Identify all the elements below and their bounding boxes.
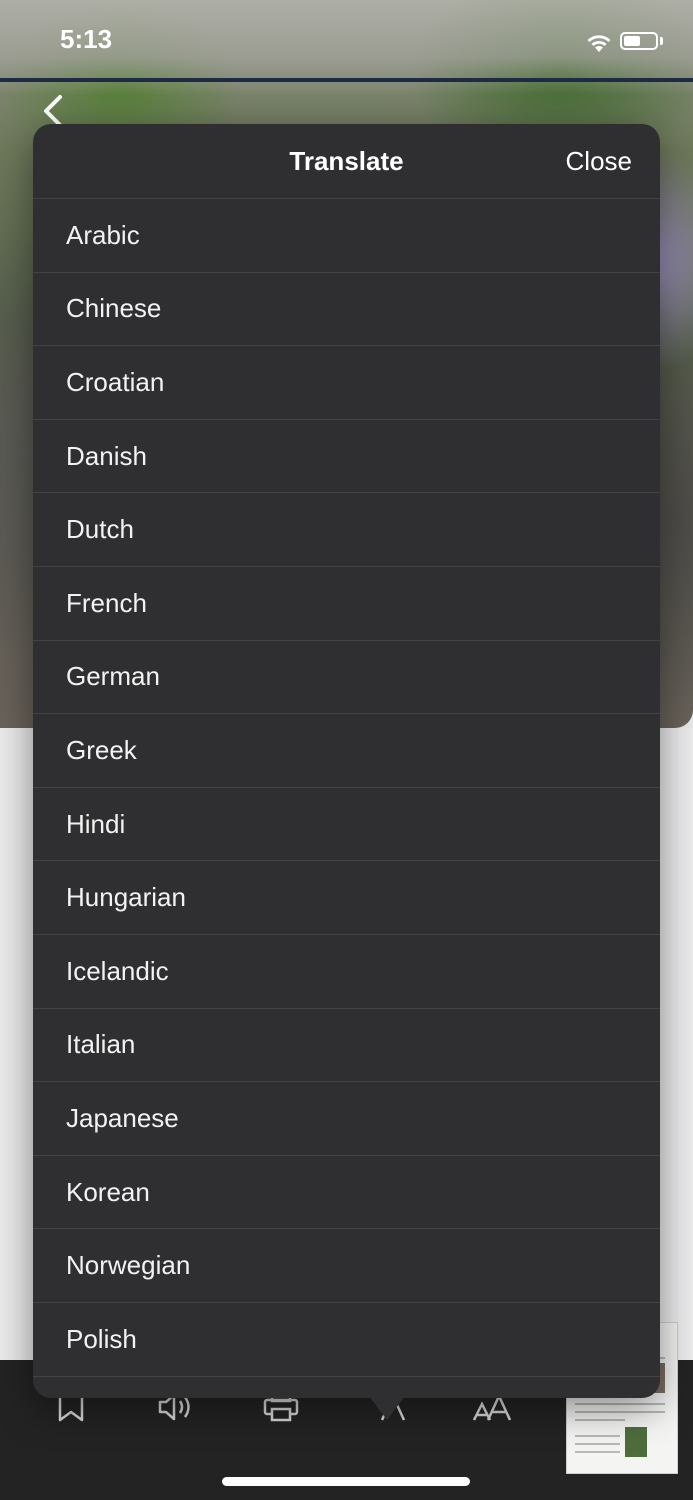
language-item-chinese[interactable]: Chinese <box>33 273 660 347</box>
popover-arrow <box>369 1396 405 1420</box>
status-bar: 5:13 <box>0 0 693 80</box>
language-item-greek[interactable]: Greek <box>33 714 660 788</box>
battery-cap <box>660 37 663 45</box>
battery-icon <box>620 32 658 50</box>
language-item-danish[interactable]: Danish <box>33 420 660 494</box>
language-item-japanese[interactable]: Japanese <box>33 1082 660 1156</box>
language-list: Arabic Chinese Croatian Danish Dutch Fre… <box>33 199 660 1377</box>
language-item-korean[interactable]: Korean <box>33 1156 660 1230</box>
language-item-icelandic[interactable]: Icelandic <box>33 935 660 1009</box>
popover-header: Translate Close <box>33 124 660 199</box>
home-indicator <box>222 1477 470 1486</box>
language-item-polish[interactable]: Polish <box>33 1303 660 1377</box>
language-item-italian[interactable]: Italian <box>33 1009 660 1083</box>
language-item-german[interactable]: German <box>33 641 660 715</box>
back-chevron-icon[interactable] <box>40 94 66 128</box>
language-item-norwegian[interactable]: Norwegian <box>33 1229 660 1303</box>
language-item-croatian[interactable]: Croatian <box>33 346 660 420</box>
status-time: 5:13 <box>60 24 113 54</box>
language-item-arabic[interactable]: Arabic <box>33 199 660 273</box>
close-button[interactable]: Close <box>566 146 632 177</box>
wifi-icon <box>587 35 611 52</box>
language-item-french[interactable]: French <box>33 567 660 641</box>
language-item-dutch[interactable]: Dutch <box>33 493 660 567</box>
language-item-hungarian[interactable]: Hungarian <box>33 861 660 935</box>
language-item-hindi[interactable]: Hindi <box>33 788 660 862</box>
translate-popover: Translate Close Arabic Chinese Croatian … <box>33 124 660 1398</box>
